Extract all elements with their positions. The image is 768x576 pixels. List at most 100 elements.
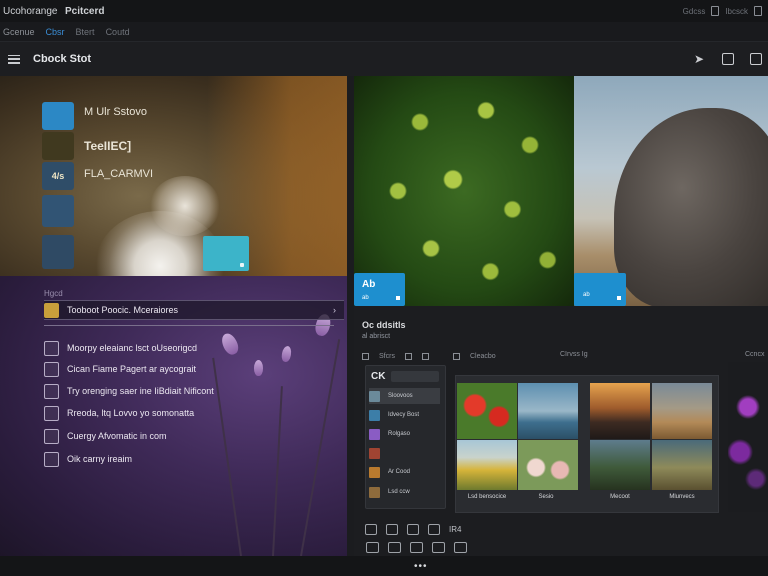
gallery-caption[interactable]: Lsd bensocice <box>457 494 517 500</box>
library-item[interactable]: Sloovoos <box>369 388 440 404</box>
crop-icon[interactable] <box>365 524 377 535</box>
library-header: CK <box>366 366 445 386</box>
tab-4[interactable]: Coutd <box>106 27 130 37</box>
window-controls: Gdcss Ibcsck <box>683 6 762 16</box>
close-icon[interactable] <box>754 6 762 16</box>
image-icon[interactable] <box>388 542 401 553</box>
checkbox-icon[interactable] <box>44 302 59 318</box>
checkbox-icon[interactable] <box>44 340 59 356</box>
list-item-label: Try orenging saer ine IiBdiait Nificont <box>67 386 214 396</box>
more-dots-icon[interactable]: ••• <box>414 561 428 572</box>
tab-3[interactable]: Btert <box>76 27 95 37</box>
list-item[interactable]: Cican Fiame Pagert ar aycograit <box>44 360 344 378</box>
tile-label-1: M Ulr Sstovo <box>84 106 147 118</box>
library-item[interactable]: Idvecy Bost <box>369 407 440 423</box>
list-item-label: Oik carny ireaim <box>67 454 133 464</box>
gallery-caption[interactable]: Mlunvecs <box>652 494 712 500</box>
purple-flower-photo[interactable] <box>728 362 768 512</box>
app-tile-5[interactable] <box>42 235 74 269</box>
library-item[interactable] <box>369 445 440 461</box>
gallery-image-forest[interactable] <box>590 440 650 490</box>
thumbnail-icon <box>369 390 380 402</box>
list-item[interactable]: Oik carny ireaim <box>44 450 344 468</box>
adjust-icon[interactable] <box>386 524 398 535</box>
ab-tile-button[interactable]: Ab ab <box>354 273 405 306</box>
filter-icon[interactable] <box>404 352 412 360</box>
library-item[interactable]: Lsd ccw <box>369 484 440 500</box>
menu-right-2[interactable]: Ibcsck <box>725 7 748 16</box>
toolbar-label-1[interactable]: Sfcrs <box>379 353 395 360</box>
gallery-image-pink-flowers[interactable] <box>518 440 578 490</box>
menu-item-1[interactable]: Ucohorange <box>3 6 61 17</box>
gallery-image-sunset[interactable] <box>590 383 650 439</box>
ab-tile-label: Ab <box>362 279 376 290</box>
checkbox-icon[interactable] <box>44 361 59 377</box>
share-icon[interactable]: ➤ <box>694 53 706 65</box>
library-item-label: Sloovoos <box>388 393 413 399</box>
hamburger-menu-icon[interactable] <box>8 54 20 64</box>
thumbnail-icon <box>369 409 380 421</box>
pen-icon[interactable] <box>428 524 440 535</box>
grid-icon[interactable] <box>362 352 369 360</box>
divider <box>44 325 334 326</box>
library-search-input[interactable] <box>391 370 440 382</box>
camera-icon[interactable] <box>410 542 423 553</box>
list-item[interactable]: Moorpy eleaianc lsct oUseorigcd <box>44 339 344 357</box>
mini-card-button[interactable] <box>203 236 249 271</box>
details-subtitle: al abrisct <box>362 333 391 340</box>
settings-icon[interactable] <box>750 53 762 65</box>
menu-item-2[interactable]: Pcitcerd <box>65 6 104 17</box>
brightness-icon[interactable] <box>366 542 379 553</box>
list-item-label: Cuergy Afvomatic in com <box>67 431 167 441</box>
view-icon[interactable] <box>452 352 460 360</box>
tab-2[interactable]: Cbsr <box>46 27 65 37</box>
checkbox-icon[interactable] <box>44 451 59 467</box>
app-tile-2[interactable] <box>42 132 74 160</box>
checkbox-icon[interactable] <box>44 405 59 421</box>
chat-icon[interactable] <box>432 542 445 553</box>
blue-tile-sub: ab <box>583 292 590 298</box>
rotate-icon[interactable] <box>407 524 419 535</box>
keyboard-icon[interactable] <box>454 542 467 553</box>
menu-right-1[interactable]: Gdcss <box>683 7 706 16</box>
column-heading: CIrvss Ig <box>560 351 588 358</box>
toolbar-label-2[interactable]: Cleacbo <box>470 353 496 360</box>
list-item-active[interactable]: Tooboot Poocic. Mceraiores › <box>44 300 344 320</box>
checkbox-icon[interactable] <box>44 383 59 399</box>
list-item[interactable]: Try orenging saer ine IiBdiait Nificont <box>44 382 344 400</box>
rock-landscape-photo[interactable] <box>574 76 768 306</box>
app-tile-3[interactable]: 4/s <box>42 162 74 190</box>
gallery-caption[interactable]: Sesio <box>516 494 576 500</box>
tab-1[interactable]: Gcenue <box>3 27 35 37</box>
tab-bar: Gcenue Cbsr Btert Coutd <box>0 22 768 42</box>
gallery-caption[interactable]: Mecoot <box>590 494 650 500</box>
ab-tile-sub: ab <box>362 295 369 301</box>
list-item-label: Moorpy eleaianc lsct oUseorigcd <box>67 343 198 353</box>
rock-shape <box>614 108 768 306</box>
library-item-label: Rolgaso <box>388 431 411 437</box>
list-heading: Hgcd <box>44 289 63 298</box>
app-tile-1[interactable] <box>42 102 74 130</box>
details-toolbar: Sfcrs Cleacbo <box>362 350 496 362</box>
green-buds-photo[interactable] <box>354 76 574 306</box>
list-item[interactable]: Rreoda, ltq Lovvo yo somonatta <box>44 404 344 422</box>
gallery-image-grass[interactable] <box>652 440 712 490</box>
list-item-label: Cican Fiame Pagert ar aycograit <box>67 364 197 374</box>
list-item-label: Rreoda, ltq Lovvo yo somonatta <box>67 408 195 418</box>
app-tile-4[interactable] <box>42 195 74 227</box>
page-title: Cbock Stot <box>33 53 92 65</box>
thumbnail-icon <box>369 466 380 478</box>
bookmark-icon[interactable] <box>722 53 734 65</box>
sort-icon[interactable] <box>421 352 429 360</box>
window-icon[interactable] <box>711 6 720 16</box>
library-item[interactable]: Ar Cood <box>369 464 440 480</box>
library-item[interactable]: Rolgaso <box>369 426 440 442</box>
blue-tile-button[interactable]: ab <box>574 273 626 306</box>
gallery-image-lake[interactable] <box>518 383 578 439</box>
gallery-image-yellow-flowers[interactable] <box>457 440 517 490</box>
gallery-image-plains[interactable] <box>652 383 712 439</box>
list-item[interactable]: Cuergy Afvomatic in com <box>44 427 344 445</box>
status-bar: ••• <box>0 556 768 576</box>
checkbox-icon[interactable] <box>44 428 59 444</box>
gallery-image-red-flowers[interactable] <box>457 383 517 439</box>
